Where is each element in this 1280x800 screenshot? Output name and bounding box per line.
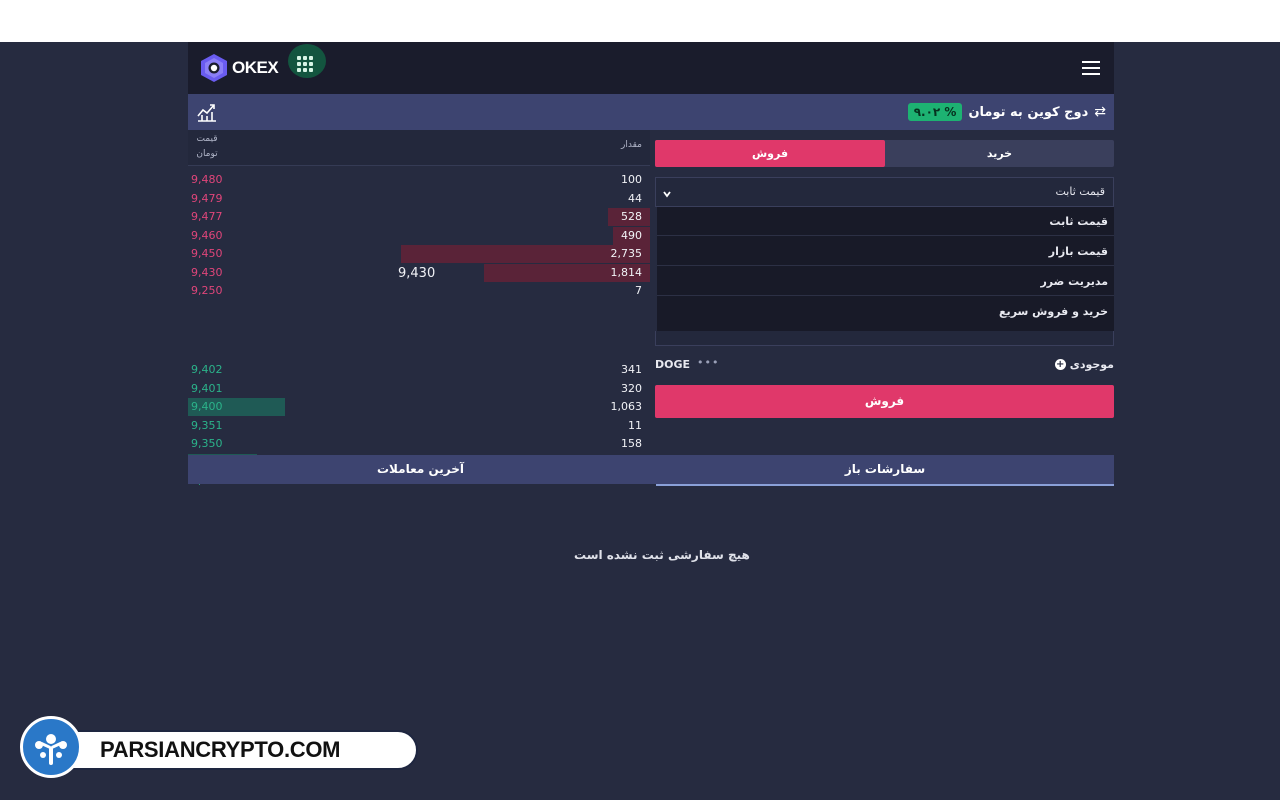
balance-coin: DOGE [655, 358, 691, 371]
tab-sell[interactable]: فروش [655, 140, 885, 167]
bid-row[interactable]: 9,350 158 [188, 435, 650, 453]
pair-selector[interactable]: ⇄ دوج کوین به تومان % ۹.۰۲ [907, 101, 1106, 123]
order-type-option[interactable]: قیمت بازار [657, 237, 1114, 266]
order-type-option[interactable]: خرید و فروش سریع [657, 297, 1114, 326]
side-tabs: خرید فروش [655, 140, 1114, 167]
price-column-header: قیمت تومان [196, 134, 218, 159]
change-badge: % ۹.۰۲ [907, 103, 963, 121]
order-book: قیمت تومان مقدار 9,480 100 9,479 44 9,477 528… [188, 130, 650, 487]
row-amount: 490 [621, 228, 642, 242]
row-amount: 11 [628, 418, 642, 432]
row-price: 9,350 [191, 437, 223, 450]
swap-arrows-icon: ⇄ [1094, 104, 1106, 120]
chart-icon[interactable] [196, 101, 218, 123]
order-type-option[interactable]: قیمت ثابت [657, 207, 1114, 236]
chevron-down-icon [662, 184, 672, 198]
trade-form: خرید فروش قیمت ثابت قیمت ثابت قیمت بازار… [655, 140, 1114, 440]
okex-logo[interactable]: OKEX [200, 52, 279, 84]
row-price: 9,402 [191, 363, 223, 376]
bottom-tabs: سفارشات باز آخرین معاملات [188, 455, 1114, 486]
exchange-app: OKEX ⇄ دوج کوین به تومان % ۹.۰۲ قیمت توم… [188, 42, 1114, 632]
balance-value: ••• [697, 356, 720, 369]
row-price: 9,450 [191, 247, 223, 260]
tab-last-trades[interactable]: آخرین معاملات [188, 455, 653, 484]
apps-grid-icon [297, 50, 317, 72]
amount-column-header: مقدار [621, 140, 642, 150]
balance-label[interactable]: + موجودی [1054, 358, 1114, 371]
hamburger-menu-icon[interactable] [1082, 61, 1100, 75]
row-amount: 1,063 [610, 400, 643, 413]
row-price: 9,351 [191, 418, 223, 432]
plus-circle-icon: + [1054, 359, 1066, 370]
empty-message: هیچ سفارشی ثبت نشده است [574, 548, 750, 562]
apps-grid-button[interactable] [288, 44, 326, 78]
row-amount: 341 [621, 363, 642, 376]
bid-row[interactable]: 9,351 11 [188, 417, 650, 435]
sell-button[interactable]: فروش [655, 385, 1114, 418]
row-amount: 158 [621, 437, 642, 450]
pair-bar: ⇄ دوج کوین به تومان % ۹.۰۲ [188, 94, 1114, 130]
row-price: 9,479 [191, 191, 223, 205]
ask-row[interactable]: 9,460 490 [188, 226, 650, 245]
row-price: 9,400 [191, 400, 223, 413]
tab-buy[interactable]: خرید [885, 140, 1114, 167]
row-amount: 44 [628, 191, 642, 205]
bid-row[interactable]: 9,401 320 [188, 380, 650, 398]
order-type-selected: قیمت ثابت [1055, 185, 1105, 198]
order-type-dropdown: قیمت ثابت قیمت بازار مدیریت ضرر خرید و ف… [657, 207, 1114, 331]
watermark-pill: PARSIANCRYPTO.COM [54, 730, 418, 770]
order-type-select[interactable]: قیمت ثابت [655, 177, 1114, 207]
order-type-option[interactable]: مدیریت ضرر [657, 267, 1114, 296]
okex-hex-icon [200, 53, 228, 83]
bid-row[interactable]: 9,402 341 [188, 361, 650, 379]
top-white-strip [0, 0, 1280, 42]
balance-row: + موجودی DOGE ••• [655, 355, 1114, 375]
row-amount: 528 [621, 210, 642, 223]
row-price: 9,477 [191, 210, 223, 223]
orders-empty-state: هیچ سفارشی ثبت نشده است [188, 484, 1114, 632]
hidden-input-strip [655, 331, 1114, 346]
ask-row[interactable]: 9,479 44 [188, 190, 650, 208]
watermark-tree-icon [20, 716, 82, 778]
row-price: 9,401 [191, 381, 223, 395]
row-amount: 320 [621, 381, 642, 395]
bid-row[interactable]: 9,400 1,063 [188, 398, 650, 416]
okex-logo-text: OKEX [232, 58, 279, 77]
row-amount: 100 [621, 173, 642, 186]
pair-name: دوج کوین به تومان [968, 104, 1089, 120]
top-header: OKEX [188, 42, 1114, 94]
last-price: 9,430 [398, 266, 436, 281]
row-price: 9,460 [191, 228, 223, 242]
row-amount: 2,735 [610, 247, 643, 260]
watermark-text: PARSIANCRYPTO.COM [100, 737, 341, 762]
ask-row[interactable]: 9,480 100 [188, 171, 650, 189]
ask-row[interactable]: 9,477 528 [188, 208, 650, 226]
watermark: PARSIANCRYPTO.COM [20, 716, 418, 778]
tab-open-orders[interactable]: سفارشات باز [656, 455, 1114, 484]
order-book-header: قیمت تومان مقدار [188, 130, 650, 166]
ask-row[interactable]: 9,450 2,735 [188, 245, 650, 263]
last-price-row: 9,430 [188, 262, 650, 286]
row-price: 9,480 [191, 173, 223, 186]
